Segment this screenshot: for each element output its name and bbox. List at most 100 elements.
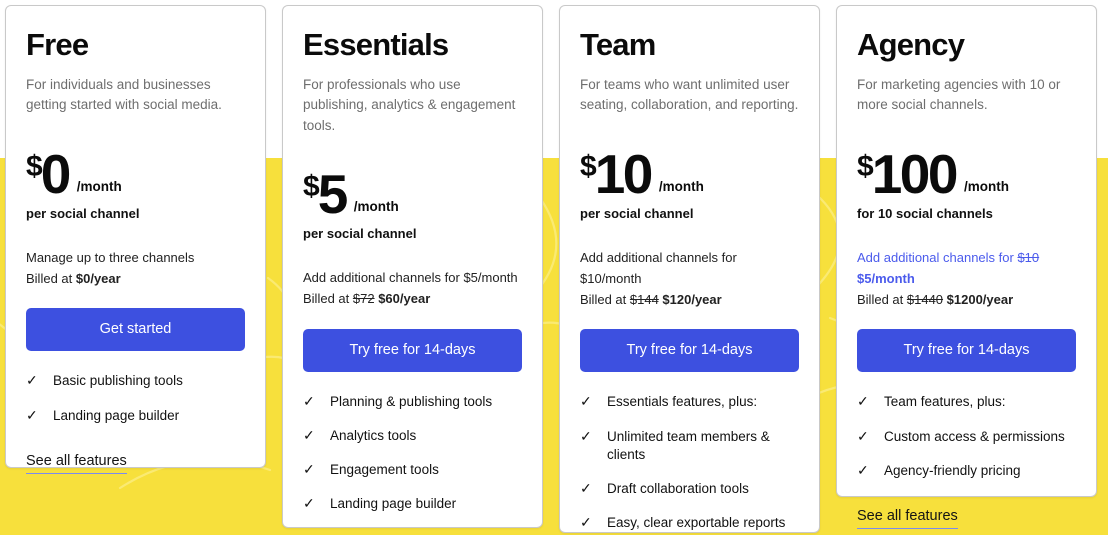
feature-list-agency: ✓ Team features, plus: ✓ Custom access & pe… — [857, 393, 1076, 480]
plan-name-agency: Agency — [857, 27, 965, 62]
feature-item: ✓ Easy, clear exportable reports — [580, 514, 799, 532]
feature-item: ✓ Basic publishing tools — [26, 372, 245, 390]
feature-label: Basic publishing tools — [53, 373, 183, 389]
cta-button-team[interactable]: Try free for 14-days — [580, 329, 799, 373]
pricing-card-slot-team: Team For teams who want unlimited user s… — [554, 0, 831, 535]
current-price: $0/year — [75, 271, 121, 287]
pricing-card-grid: Free For individuals and businesses gett… — [0, 0, 1108, 535]
price-currency-agency: $ — [857, 150, 874, 184]
plan-description-essentials: For professionals who use publishing, an… — [303, 77, 516, 133]
feature-label: Team features, plus: — [884, 394, 1006, 410]
feature-label: Draft collaboration tools — [607, 480, 749, 496]
pricing-card-free: Free For individuals and businesses gett… — [5, 5, 266, 474]
current-price: $60/year — [378, 291, 431, 307]
price-currency-free: $ — [26, 150, 43, 184]
pricing-card-slot-free: Free For individuals and businesses gett… — [0, 0, 277, 535]
price-period-agency: /month — [963, 179, 1009, 195]
cta-button-essentials[interactable]: Try free for 14-days — [303, 328, 522, 372]
price-amount-agency: 100 — [871, 142, 959, 205]
check-icon: ✓ — [580, 427, 592, 444]
billing-info-agency: Add additional channels for $10 $5/month… — [857, 247, 1076, 310]
plan-description-agency: For marketing agencies with 10 or more s… — [857, 77, 1061, 113]
feature-list-free: ✓ Basic publishing tools ✓ Landing page bui… — [26, 372, 245, 424]
billing-line-2: Billed at $144 $120/year — [580, 292, 722, 308]
price-amount-team: 10 — [594, 142, 654, 205]
feature-item: ✓ Draft collaboration tools — [580, 480, 799, 498]
price-amount-essentials: 5 — [317, 162, 349, 225]
price-row-team: $ 10 /month — [580, 142, 799, 205]
feature-item: ✓ Planning & publishing tools — [303, 393, 522, 411]
feature-label: Agency-friendly pricing — [884, 462, 1021, 478]
feature-item: ✓ Team features, plus: — [857, 393, 1076, 411]
feature-label: Landing page builder — [53, 407, 180, 423]
feature-item: ✓ Agency-friendly pricing — [857, 462, 1076, 480]
billing-line-2: Billed at $72 $60/year — [303, 291, 431, 307]
see-all-features-link-free[interactable]: See all features — [26, 453, 127, 474]
pricing-card-team: Team For teams who want unlimited user s… — [559, 5, 820, 533]
plan-name-team: Team — [580, 27, 656, 62]
billing-line-1: Add additional channels for $5/month — [303, 270, 518, 286]
feature-item: ✓ Analytics tools — [303, 427, 522, 445]
feature-label: Landing page builder — [330, 496, 457, 512]
billing-line-1: Add additional channels for $10/month — [580, 250, 737, 287]
feature-label: Unlimited team members & clients — [607, 428, 770, 462]
feature-item: ✓ Essentials features, plus: — [580, 393, 799, 411]
check-icon: ✓ — [303, 495, 315, 512]
feature-label: Engagement tools — [330, 461, 439, 477]
pricing-card-slot-essentials: Essentials For professionals who use pub… — [277, 0, 554, 535]
feature-item: ✓ Engagement tools — [303, 461, 522, 479]
old-price: $10 — [1017, 250, 1040, 266]
current-price: $5/month — [857, 271, 915, 287]
feature-list-team: ✓ Essentials features, plus: ✓ Unlimited te… — [580, 393, 799, 532]
feature-label: Custom access & permissions — [884, 428, 1065, 444]
feature-label: Easy, clear exportable reports — [607, 515, 786, 531]
check-icon: ✓ — [580, 514, 592, 531]
plan-description-team: For teams who want unlimited user seatin… — [580, 77, 799, 113]
billing-info-free: Manage up to three channels Billed at $0/… — [26, 247, 245, 289]
price-row-free: $ 0 /month — [26, 142, 245, 205]
billing-info-team: Add additional channels for $10/month Bil… — [580, 247, 799, 310]
billing-info-essentials: Add additional channels for $5/month Bill… — [303, 267, 522, 309]
check-icon: ✓ — [580, 479, 592, 496]
billing-line-1[interactable]: Add additional channels for $10 $5/month — [857, 247, 1076, 289]
see-all-features-link-agency[interactable]: See all features — [857, 508, 958, 529]
price-amount-free: 0 — [40, 142, 72, 205]
old-price: $72 — [352, 291, 375, 307]
current-price: $1200/year — [946, 292, 1014, 308]
plan-name-essentials: Essentials — [303, 27, 449, 62]
cta-button-free[interactable]: Get started — [26, 308, 245, 352]
check-icon: ✓ — [26, 372, 38, 389]
feature-label: Essentials features, plus: — [607, 394, 758, 410]
price-unit-team: per social channel — [580, 206, 694, 222]
billing-line-2: Billed at $0/year — [26, 271, 121, 287]
billing-line-1: Manage up to three channels — [26, 250, 195, 266]
old-price: $1440 — [906, 292, 944, 308]
feature-item: ✓ Unlimited team members & clients — [580, 428, 799, 464]
pricing-card-agency: Agency For marketing agencies with 10 or… — [836, 5, 1097, 529]
plan-description-free: For individuals and businesses getting s… — [26, 77, 222, 113]
check-icon: ✓ — [303, 392, 315, 409]
price-period-free: /month — [76, 179, 122, 195]
check-icon: ✓ — [857, 461, 869, 478]
check-icon: ✓ — [303, 426, 315, 443]
price-unit-free: per social channel — [26, 206, 140, 222]
price-row-agency: $ 100 /month — [857, 142, 1076, 205]
cta-button-agency[interactable]: Try free for 14-days — [857, 329, 1076, 373]
feature-label: Analytics tools — [330, 427, 417, 443]
feature-list-essentials: ✓ Planning & publishing tools ✓ Analytics t… — [303, 393, 522, 514]
price-currency-essentials: $ — [303, 170, 320, 204]
current-price: $120/year — [662, 292, 722, 308]
feature-label: Planning & publishing tools — [330, 393, 493, 409]
feature-item: ✓ Landing page builder — [26, 407, 245, 425]
check-icon: ✓ — [580, 393, 592, 410]
pricing-card-slot-agency: Agency For marketing agencies with 10 or… — [831, 0, 1108, 535]
feature-item: ✓ Landing page builder — [303, 495, 522, 513]
price-period-essentials: /month — [353, 199, 399, 215]
check-icon: ✓ — [857, 393, 869, 410]
feature-item: ✓ Custom access & permissions — [857, 428, 1076, 446]
plan-name-free: Free — [26, 27, 89, 62]
pricing-card-essentials: Essentials For professionals who use pub… — [282, 5, 543, 528]
price-period-team: /month — [658, 179, 704, 195]
check-icon: ✓ — [303, 460, 315, 477]
check-icon: ✓ — [26, 406, 38, 423]
